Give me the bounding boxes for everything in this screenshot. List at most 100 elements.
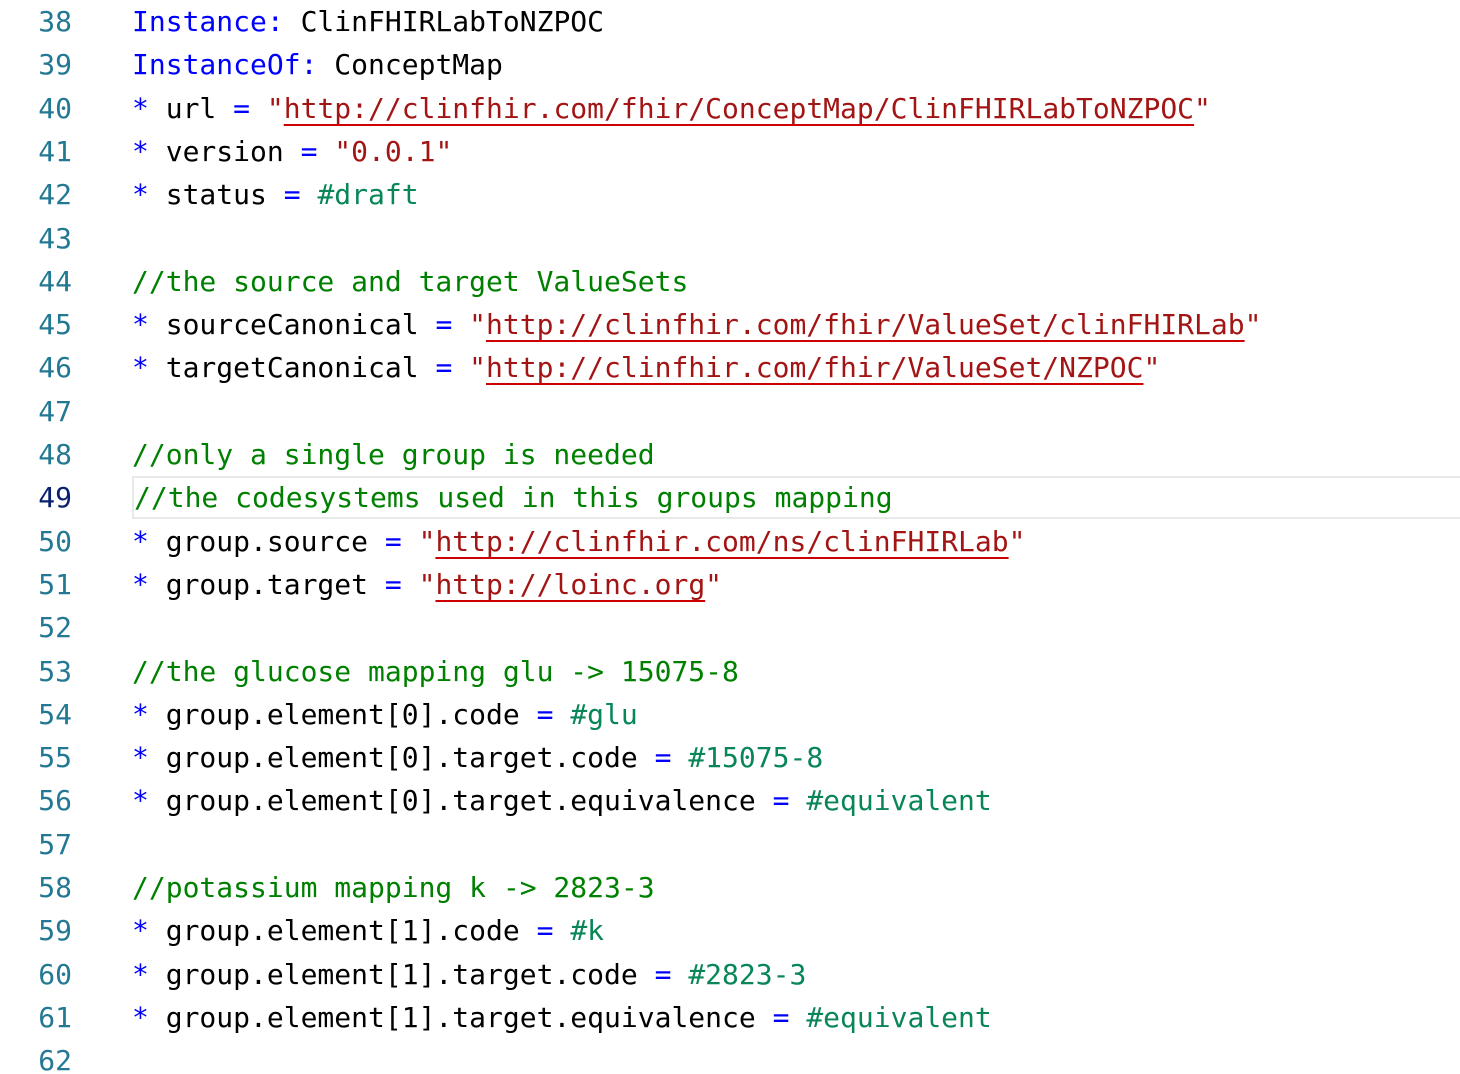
code-line[interactable]: 47 xyxy=(0,390,1460,433)
line-number: 53 xyxy=(38,654,72,688)
code-line[interactable]: 46 * targetCanonical = "http://clinfhir.c… xyxy=(0,346,1460,389)
url-link[interactable]: http://loinc.org xyxy=(435,568,705,601)
code-line[interactable]: 39 InstanceOf: ConceptMap xyxy=(0,43,1460,86)
code-token: = xyxy=(772,784,790,818)
code-line[interactable]: 55 * group.element[0].target.code = #1507… xyxy=(0,736,1460,779)
code-token: * xyxy=(132,134,149,168)
line-number: 62 xyxy=(38,1044,72,1074)
line-number: 44 xyxy=(38,264,72,298)
code-token: group.element[1].target.equivalence xyxy=(148,1000,773,1034)
code-text[interactable]: * group.element[0].target.equivalence = … xyxy=(132,779,992,822)
code-token: targetCanonical xyxy=(148,351,436,385)
code-text[interactable]: //the glucose mapping glu -> 15075-8 xyxy=(132,650,739,693)
code-token: " xyxy=(1194,91,1211,125)
code-text[interactable]: * group.source = "http://clinfhir.com/ns… xyxy=(132,520,1025,563)
code-token: * xyxy=(132,784,149,818)
code-token: * xyxy=(132,914,149,948)
code-token: * xyxy=(132,957,149,991)
code-token: = xyxy=(435,351,453,385)
line-number: 42 xyxy=(38,178,72,212)
code-token: group.element[1].target.code xyxy=(148,957,655,991)
code-text[interactable]: * version = "0.0.1" xyxy=(132,130,452,173)
code-token: version xyxy=(148,134,301,168)
code-line[interactable]: 58 //potassium mapping k -> 2823-3 xyxy=(0,866,1460,909)
code-token: * xyxy=(132,308,149,342)
code-token: Instance: xyxy=(132,5,284,38)
code-text[interactable]: //the source and target ValueSets xyxy=(132,260,688,303)
code-text[interactable]: * url = "http://clinfhir.com/fhir/Concep… xyxy=(132,87,1211,130)
url-link[interactable]: http://clinfhir.com/fhir/ConceptMap/Clin… xyxy=(284,92,1194,125)
code-line[interactable]: 40 * url = "http://clinfhir.com/fhir/Conc… xyxy=(0,87,1460,130)
line-number: 49 xyxy=(38,481,72,515)
code-text[interactable]: InstanceOf: ConceptMap xyxy=(132,43,503,86)
code-line[interactable]: 52 xyxy=(0,606,1460,649)
code-token: "0.0.1" xyxy=(334,134,453,168)
code-line[interactable]: 44 //the source and target ValueSets xyxy=(0,260,1460,303)
code-line[interactable]: 59 * group.element[1].code = #k xyxy=(0,909,1460,952)
code-line[interactable]: 38 Instance: ClinFHIRLabToNZPOC xyxy=(0,0,1460,43)
code-token: " xyxy=(1143,351,1161,385)
code-token: " xyxy=(705,567,723,601)
code-token: #glu xyxy=(570,697,638,731)
code-token: #draft xyxy=(317,178,419,212)
code-token: * xyxy=(132,91,149,125)
code-text[interactable]: * group.element[0].target.code = #15075-… xyxy=(132,736,823,779)
code-token: = xyxy=(300,134,318,168)
code-text[interactable]: * group.element[1].target.code = #2823-3 xyxy=(132,953,806,996)
code-line[interactable]: 51 * group.target = "http://loinc.org" xyxy=(0,563,1460,606)
line-number: 43 xyxy=(38,221,72,255)
code-text[interactable]: * group.target = "http://loinc.org" xyxy=(132,563,722,606)
code-text[interactable]: * group.element[1].target.equivalence = … xyxy=(132,996,992,1039)
code-text[interactable]: * status = #draft xyxy=(132,173,419,216)
code-line[interactable]: 43 xyxy=(0,217,1460,260)
code-text[interactable]: //the codesystems used in this groups ma… xyxy=(132,476,1460,520)
line-number: 50 xyxy=(38,524,72,558)
code-token: = xyxy=(384,524,402,558)
code-token: group.element[0].target.equivalence xyxy=(148,784,773,818)
code-line[interactable]: 61 * group.element[1].target.equivalence … xyxy=(0,996,1460,1039)
code-line[interactable]: 41 * version = "0.0.1" xyxy=(0,130,1460,173)
url-link[interactable]: http://clinfhir.com/fhir/ValueSet/NZPOC xyxy=(486,351,1143,384)
code-token: * xyxy=(132,697,149,731)
code-token: //the glucose mapping glu -> 15075-8 xyxy=(132,654,739,688)
code-text[interactable]: //potassium mapping k -> 2823-3 xyxy=(132,866,655,909)
code-line[interactable]: 54 * group.element[0].code = #glu xyxy=(0,693,1460,736)
code-token: sourceCanonical xyxy=(148,308,436,342)
code-token: ConceptMap xyxy=(317,48,503,82)
code-token: //potassium mapping k -> 2823-3 xyxy=(132,871,655,904)
code-line[interactable]: 42 * status = #draft xyxy=(0,173,1460,216)
line-number: 40 xyxy=(38,91,72,125)
code-text[interactable]: //only a single group is needed xyxy=(132,433,655,476)
code-text[interactable]: Instance: ClinFHIRLabToNZPOC xyxy=(132,0,604,43)
code-token: " xyxy=(418,524,436,558)
url-link[interactable]: http://clinfhir.com/fhir/ValueSet/clinFH… xyxy=(486,308,1245,341)
code-text[interactable]: * sourceCanonical = "http://clinfhir.com… xyxy=(132,303,1261,346)
code-line[interactable]: 53 //the glucose mapping glu -> 15075-8 xyxy=(0,650,1460,693)
code-line[interactable]: 57 xyxy=(0,823,1460,866)
code-token: = xyxy=(654,957,672,991)
code-line[interactable]: 49 //the codesystems used in this groups … xyxy=(0,476,1460,520)
code-token: #2823-3 xyxy=(688,957,807,991)
url-link[interactable]: http://clinfhir.com/ns/clinFHIRLab xyxy=(435,525,1008,558)
code-token: //the source and target ValueSets xyxy=(132,264,689,298)
code-text[interactable]: * targetCanonical = "http://clinfhir.com… xyxy=(132,346,1160,389)
code-line[interactable]: 48 //only a single group is needed xyxy=(0,433,1460,476)
code-editor[interactable]: 38 Instance: ClinFHIRLabToNZPOC 39 Instance… xyxy=(0,0,1460,1074)
code-line[interactable]: 50 * group.source = "http://clinfhir.com/… xyxy=(0,520,1460,563)
code-token: //the codesystems used in this groups ma… xyxy=(134,481,893,515)
code-line[interactable]: 60 * group.element[1].target.code = #2823… xyxy=(0,953,1460,996)
code-token: status xyxy=(148,178,284,212)
code-text[interactable]: * group.element[0].code = #glu xyxy=(132,693,638,736)
code-token: " xyxy=(266,91,284,125)
code-token: = xyxy=(772,1000,790,1034)
code-line[interactable]: 62 xyxy=(0,1039,1460,1074)
code-token: group.source xyxy=(148,524,385,558)
code-line[interactable]: 45 * sourceCanonical = "http://clinfhir.c… xyxy=(0,303,1460,346)
code-line[interactable]: 56 * group.element[0].target.equivalence … xyxy=(0,779,1460,822)
code-text[interactable]: * group.element[1].code = #k xyxy=(132,909,604,952)
code-token: #equivalent xyxy=(806,1000,992,1034)
